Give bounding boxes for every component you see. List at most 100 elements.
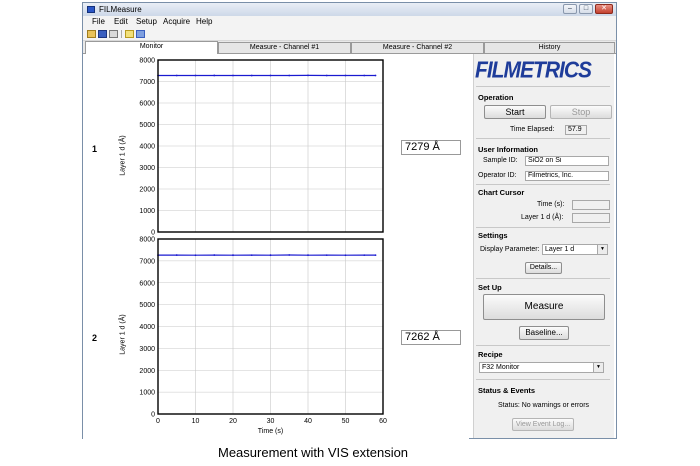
maximize-button[interactable]: □ bbox=[579, 4, 593, 14]
separator bbox=[476, 227, 610, 228]
app-window: FILMeasure – □ ✕ File Edit Setup Acquire… bbox=[82, 2, 617, 439]
chart-1-data-point bbox=[288, 74, 291, 77]
chart-1-data-point bbox=[175, 74, 178, 77]
separator bbox=[476, 86, 610, 87]
minimize-button[interactable]: – bbox=[563, 4, 577, 14]
chart-2-ytick-label: 4000 bbox=[139, 324, 155, 331]
chart-2-ytick-label: 8000 bbox=[139, 237, 155, 244]
chart-1-data-point bbox=[269, 74, 272, 77]
separator bbox=[476, 379, 610, 380]
chart-2-ytick-label: 7000 bbox=[139, 258, 155, 265]
chart-1-data-point bbox=[213, 74, 216, 77]
display-parameter-value: Layer 1 d bbox=[545, 246, 575, 253]
chart-1-ytick-label: 0 bbox=[151, 230, 155, 237]
menu-edit[interactable]: Edit bbox=[114, 17, 128, 27]
measure-button[interactable]: Measure bbox=[483, 294, 605, 320]
tab-measure-channel-2[interactable]: Measure - Channel #2 bbox=[351, 42, 484, 53]
sample-id-label: Sample ID: bbox=[483, 157, 518, 164]
chart-2-data-point bbox=[363, 254, 366, 257]
chart-2-xlabel: Time (s) bbox=[258, 428, 283, 435]
close-button[interactable]: ✕ bbox=[595, 4, 613, 14]
chart-1-ytick-label: 6000 bbox=[139, 101, 155, 108]
chart-2-data-point bbox=[250, 254, 253, 257]
chart-2-data-point bbox=[269, 254, 272, 257]
chart-1-data-point bbox=[232, 74, 234, 77]
display-parameter-label: Display Parameter: bbox=[480, 246, 540, 253]
chart-cursor-title: Chart Cursor bbox=[478, 188, 525, 197]
title-bar: FILMeasure – □ ✕ bbox=[83, 3, 616, 16]
operation-title: Operation bbox=[478, 93, 514, 102]
tab-strip: Monitor Measure - Channel #1 Measure - C… bbox=[83, 41, 616, 54]
recipe-icon[interactable] bbox=[125, 30, 134, 38]
charts-svg: 0100020003000400050006000700080000100020… bbox=[139, 58, 387, 436]
toolbar-separator bbox=[121, 30, 122, 38]
chart-2-data-point bbox=[213, 254, 216, 256]
chart-1-ytick-label: 7000 bbox=[139, 79, 155, 86]
details-button[interactable]: Details... bbox=[525, 262, 562, 274]
menu-acquire[interactable]: Acquire bbox=[163, 17, 190, 27]
toolbar bbox=[83, 28, 616, 41]
chart-2-ytick-label: 3000 bbox=[139, 346, 155, 353]
chart-1-ytick-label: 3000 bbox=[139, 165, 155, 172]
chart-2-xtick-label: 0 bbox=[156, 418, 160, 425]
chart-1-ytick-label: 2000 bbox=[139, 187, 155, 194]
open-folder-icon[interactable] bbox=[87, 30, 96, 38]
channel-1-readout: 7279 Å bbox=[401, 140, 461, 155]
chart-2-ytick-label: 5000 bbox=[139, 302, 155, 309]
filmetrics-logo: FILMETRICS bbox=[475, 58, 592, 84]
chart-2-xtick-label: 20 bbox=[229, 418, 237, 425]
menu-file[interactable]: File bbox=[92, 17, 105, 27]
cursor-layer-label: Layer 1 d (Å): bbox=[521, 214, 564, 221]
chart-1-ytick-label: 5000 bbox=[139, 122, 155, 129]
chart-2-data-point bbox=[307, 254, 309, 257]
copy-icon[interactable] bbox=[136, 30, 145, 38]
chart-1-ytick-label: 1000 bbox=[139, 208, 155, 215]
chart-2-xtick-label: 40 bbox=[304, 418, 312, 425]
display-parameter-select[interactable]: Layer 1 d ▼ bbox=[542, 244, 608, 255]
tab-monitor[interactable]: Monitor bbox=[85, 41, 218, 54]
save-icon[interactable] bbox=[98, 30, 107, 38]
print-icon[interactable] bbox=[109, 30, 118, 38]
separator bbox=[476, 184, 610, 185]
operator-id-label: Operator ID: bbox=[478, 172, 517, 179]
chart-2-data-point bbox=[232, 254, 234, 257]
caption-text: Measurement with VIS extension bbox=[218, 445, 409, 460]
status-events-title: Status & Events bbox=[478, 386, 536, 395]
chart-2-ytick-label: 0 bbox=[151, 412, 155, 419]
start-button[interactable]: Start bbox=[484, 105, 546, 119]
view-event-log-button[interactable]: View Event Log... bbox=[512, 418, 574, 431]
setup-title: Set Up bbox=[478, 283, 502, 292]
chart-1-data-point bbox=[374, 74, 377, 77]
control-panel: FILMETRICS Operation Start Stop Time Ela… bbox=[473, 54, 614, 438]
sample-id-input[interactable]: SiO2 on Si bbox=[525, 156, 609, 166]
chart-2-data-point bbox=[325, 254, 328, 256]
chart-2-xtick-label: 10 bbox=[192, 418, 200, 425]
chart-2-data-point bbox=[344, 254, 347, 257]
monitor-charts: 1 2 Layer 1 d (Å) Layer 1 d (Å) 0 1000 200… bbox=[83, 54, 469, 439]
recipe-title: Recipe bbox=[478, 350, 503, 359]
baseline-button[interactable]: Baseline... bbox=[519, 326, 569, 340]
chart-2-ytick-label: 6000 bbox=[139, 280, 155, 287]
operator-id-input[interactable]: Filmetrics, Inc. bbox=[525, 171, 609, 181]
chart-2-ytick-label: 1000 bbox=[139, 390, 155, 397]
chart-1-ytick-label: 4000 bbox=[139, 144, 155, 151]
separator bbox=[476, 345, 610, 346]
chart-2-xtick-label: 60 bbox=[379, 418, 387, 425]
menu-setup[interactable]: Setup bbox=[136, 17, 157, 27]
cursor-time-label: Time (s): bbox=[537, 201, 565, 208]
chart-2-data-point bbox=[194, 254, 197, 257]
chart-2-data-point bbox=[288, 254, 291, 256]
menu-help[interactable]: Help bbox=[196, 17, 212, 27]
cursor-time-value bbox=[572, 200, 610, 210]
chart-2-data-point bbox=[175, 254, 178, 256]
chart-1-data-point bbox=[250, 74, 253, 77]
chevron-down-icon: ▼ bbox=[593, 363, 603, 372]
stop-button[interactable]: Stop bbox=[550, 105, 612, 119]
tab-measure-channel-1[interactable]: Measure - Channel #1 bbox=[218, 42, 351, 53]
recipe-select[interactable]: F32 Monitor ▼ bbox=[479, 362, 604, 373]
chart-1-data-point bbox=[194, 74, 197, 77]
tab-history[interactable]: History bbox=[484, 42, 615, 53]
separator bbox=[476, 278, 610, 279]
user-info-title: User Information bbox=[478, 145, 539, 154]
separator bbox=[476, 138, 610, 139]
